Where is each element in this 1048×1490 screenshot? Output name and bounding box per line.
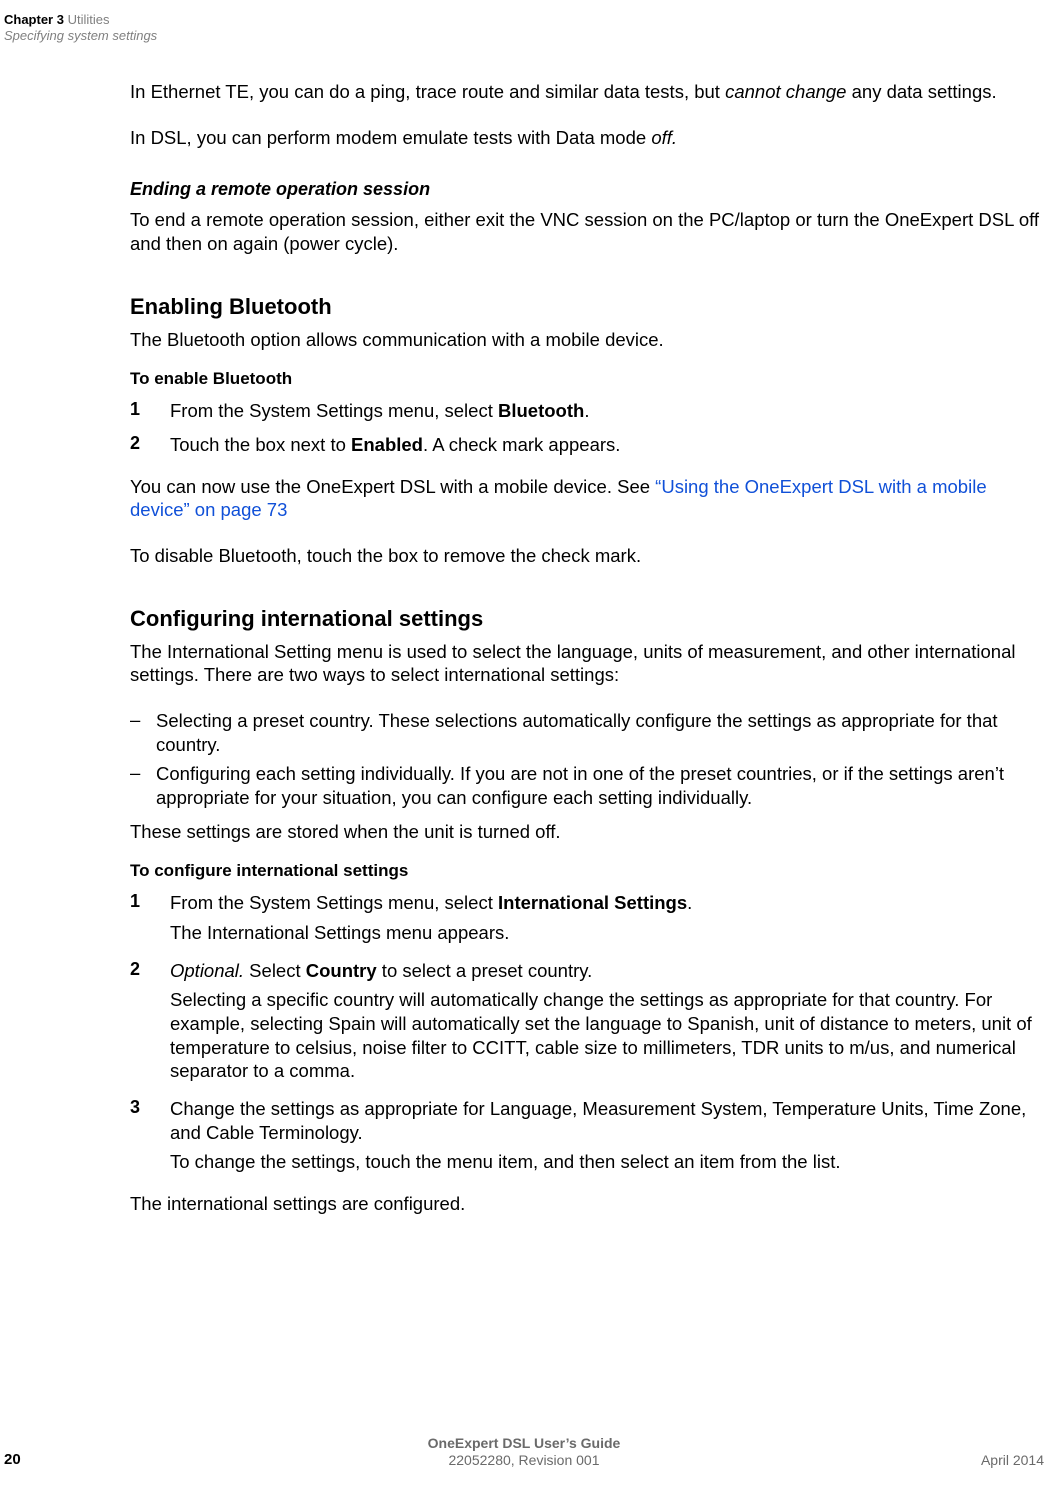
paragraph: In Ethernet TE, you can do a ping, trace…: [130, 80, 1042, 104]
list-item: 2 Optional. Select Country to select a p…: [130, 959, 1042, 1083]
list-item: 3 Change the settings as appropriate for…: [130, 1097, 1042, 1174]
step-number: 1: [130, 891, 170, 944]
list-item: 1 From the System Settings menu, select …: [130, 891, 1042, 944]
paragraph: In DSL, you can perform modem emulate te…: [130, 126, 1042, 150]
footer-title: OneExpert DSL User’s Guide: [0, 1435, 1048, 1451]
dash-bullet: –: [130, 709, 156, 756]
dash-bullet: –: [130, 762, 156, 809]
paragraph: These settings are stored when the unit …: [130, 820, 1042, 844]
chapter-label: Chapter 3 Utilities: [4, 12, 157, 27]
step-body: Touch the box next to Enabled. A check m…: [170, 433, 620, 457]
step-number: 1: [130, 399, 170, 423]
paragraph: To disable Bluetooth, touch the box to r…: [130, 544, 1042, 568]
page-header: Chapter 3 Utilities Specifying system se…: [4, 12, 157, 43]
step-sub: To change the settings, touch the menu i…: [170, 1150, 1042, 1174]
step-number: 2: [130, 433, 170, 457]
list-item: – Configuring each setting individually.…: [130, 762, 1042, 809]
step-sub: Selecting a specific country will automa…: [170, 988, 1042, 1083]
step-number: 2: [130, 959, 170, 1083]
page-number: 20: [4, 1451, 21, 1468]
chapter-title: Utilities: [64, 12, 110, 27]
page-date: April 2014: [981, 1452, 1044, 1468]
heading-enabling-bluetooth: Enabling Bluetooth: [130, 294, 1042, 320]
paragraph: The international settings are configure…: [130, 1192, 1042, 1216]
heading-configuring-international: Configuring international settings: [130, 606, 1042, 632]
page-content: In Ethernet TE, you can do a ping, trace…: [130, 80, 1042, 1238]
list-body: Configuring each setting individually. I…: [156, 762, 1042, 809]
footer-sub: 22052280, Revision 001: [0, 1452, 1048, 1468]
section-title: Specifying system settings: [4, 28, 157, 43]
chapter-number: Chapter 3: [4, 12, 64, 27]
heading-ending-remote: Ending a remote operation session: [130, 179, 1042, 200]
step-body: From the System Settings menu, select In…: [170, 891, 692, 944]
list-item: 2 Touch the box next to Enabled. A check…: [130, 433, 1042, 457]
dash-list: – Selecting a preset country. These sele…: [130, 709, 1042, 810]
list-item: – Selecting a preset country. These sele…: [130, 709, 1042, 756]
list-item: 1 From the System Settings menu, select …: [130, 399, 1042, 423]
paragraph: The Bluetooth option allows communicatio…: [130, 328, 1042, 352]
paragraph: To end a remote operation session, eithe…: [130, 208, 1042, 255]
page-footer: OneExpert DSL User’s Guide 22052280, Rev…: [0, 1435, 1048, 1468]
numbered-list: 1 From the System Settings menu, select …: [130, 891, 1042, 1174]
numbered-list: 1 From the System Settings menu, select …: [130, 399, 1042, 456]
step-number: 3: [130, 1097, 170, 1174]
heading-to-configure-international: To configure international settings: [130, 861, 1042, 881]
step-body: Optional. Select Country to select a pre…: [170, 959, 1042, 1083]
step-body: Change the settings as appropriate for L…: [170, 1097, 1042, 1174]
list-body: Selecting a preset country. These select…: [156, 709, 1042, 756]
paragraph: You can now use the OneExpert DSL with a…: [130, 475, 1042, 522]
paragraph: The International Setting menu is used t…: [130, 640, 1042, 687]
step-body: From the System Settings menu, select Bl…: [170, 399, 589, 423]
step-sub: The International Settings menu appears.: [170, 921, 692, 945]
heading-to-enable-bluetooth: To enable Bluetooth: [130, 369, 1042, 389]
